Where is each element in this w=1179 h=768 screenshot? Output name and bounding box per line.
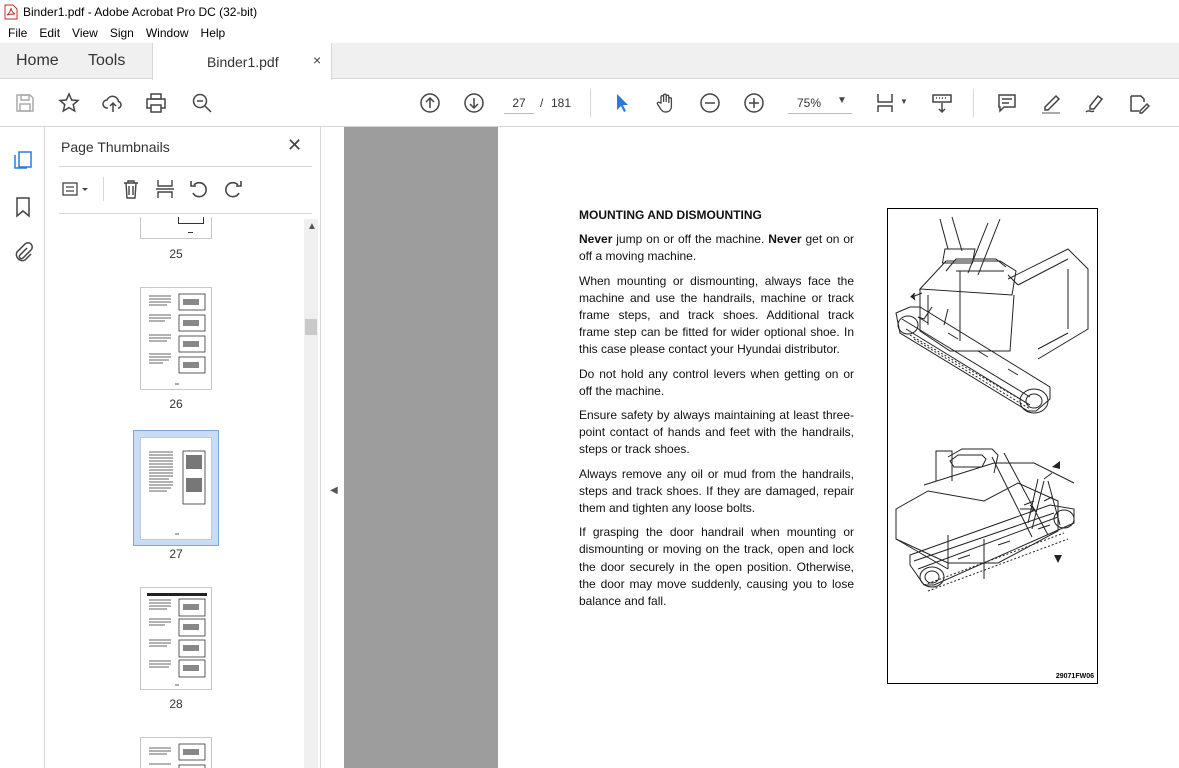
section-heading: MOUNTING AND DISMOUNTING [579,208,762,222]
upload-icon[interactable] [101,91,125,115]
page-fit-icon[interactable] [874,91,898,115]
divider [59,213,312,214]
zoom-select[interactable]: 75% ▼ [788,92,852,114]
panel-splitter[interactable]: ◀ [320,127,344,768]
menu-bar: File Edit View Sign Window Help [0,23,1179,43]
menu-sign[interactable]: Sign [104,26,140,40]
toolbar: / 181 75% ▼ ▼ [0,80,1179,127]
highlight-icon[interactable] [1039,91,1063,115]
paragraph: Ensure safety by always maintaining at l… [579,408,854,457]
page-thumbnail-current[interactable] [140,437,212,540]
page-total: 181 [551,96,572,110]
delete-page-icon[interactable] [119,177,143,201]
thumbnail-label: 26 [169,397,183,411]
save-icon[interactable] [13,91,37,115]
tab-tools[interactable]: Tools [88,43,125,79]
tab-close-button[interactable]: × [313,52,321,68]
print-icon[interactable] [144,91,168,115]
page-thumbnail[interactable] [140,737,212,768]
extract-page-icon[interactable] [153,177,177,201]
menu-window[interactable]: Window [140,26,195,40]
page-number-input[interactable] [504,92,534,114]
document-page: MOUNTING AND DISMOUNTING Never jump on o… [498,127,1179,768]
search-zoom-icon[interactable] [190,91,214,115]
navigation-rail [0,127,45,768]
excavator-illustration: 29071FW06 [887,208,1098,684]
hand-icon[interactable] [654,91,678,115]
toolbar-divider [590,89,591,117]
menu-help[interactable]: Help [195,26,232,40]
scrollbar-thumb[interactable] [305,319,317,335]
rotate-ccw-icon[interactable] [187,177,211,201]
menu-edit[interactable]: Edit [33,26,66,40]
paragraph: Do not hold any control levers when gett… [579,366,854,398]
chevron-up-icon[interactable]: ▲ [307,221,317,232]
window-title: Binder1.pdf - Adobe Acrobat Pro DC (32-b… [23,4,258,19]
thumbnail-label: 25 [169,247,183,261]
page-thumbnails-icon[interactable] [11,148,35,172]
zoom-in-icon[interactable] [742,91,766,115]
attachment-icon[interactable] [11,240,35,264]
excavator-drawing [895,216,1089,592]
page-thumbnail[interactable] [140,217,212,239]
thumbnail-label: 28 [169,697,183,711]
scroll-mode-icon[interactable] [930,91,954,115]
acrobat-pdf-icon [4,4,18,19]
page-up-icon[interactable] [418,91,442,115]
thumbnail-scrollbar[interactable]: ▲ [304,219,318,768]
page-thumbnail[interactable] [140,587,212,690]
tab-row: Home Tools Binder1.pdf × [0,43,1179,80]
edit-icon[interactable] [1127,91,1151,115]
close-icon[interactable]: ✕ [287,135,302,156]
page-thumbnail[interactable] [140,287,212,390]
toolbar-divider [973,89,974,117]
paragraph: Never jump on or off the machine. Never … [579,232,854,264]
rotate-cw-icon[interactable] [221,177,245,201]
figure-code: 29071FW06 [1055,673,1094,680]
thumbnail-options-icon[interactable] [59,177,93,201]
divider [59,166,312,167]
chevron-down-icon: ▼ [837,95,847,106]
thumbnail-list: 25 26 27 28 [45,217,305,768]
menu-file[interactable]: File [2,26,33,40]
document-body: MOUNTING AND DISMOUNTING Never jump on o… [579,207,854,617]
zoom-value: 75% [797,96,822,110]
workspace-background [344,127,498,768]
thumbnail-label: 27 [169,547,183,561]
collapse-panel-icon[interactable]: ◀ [330,485,338,496]
bookmark-star-icon[interactable] [57,91,81,115]
page-thumbnails-panel: Page Thumbnails ✕ 25 26 27 28 ▲ [45,127,320,768]
panel-title: Page Thumbnails [61,139,170,155]
title-bar: Binder1.pdf - Adobe Acrobat Pro DC (32-b… [0,0,1179,23]
bookmark-icon[interactable] [11,195,35,219]
paragraph: When mounting or dismounting, always fac… [579,273,854,357]
tab-document[interactable]: Binder1.pdf × [152,43,332,80]
sign-icon[interactable] [1083,91,1107,115]
page-separator: / [540,96,544,110]
paragraph: Always remove any oil or mud from the ha… [579,466,854,516]
menu-view[interactable]: View [66,26,104,40]
select-cursor-icon[interactable] [610,91,634,115]
comment-icon[interactable] [995,91,1019,115]
panel-divider [103,177,104,201]
page-down-icon[interactable] [462,91,486,115]
chevron-down-icon[interactable]: ▼ [900,97,908,106]
zoom-out-icon[interactable] [698,91,722,115]
tab-document-label: Binder1.pdf [207,54,279,70]
tab-home[interactable]: Home [16,43,59,79]
paragraph: If grasping the door handrail when mount… [579,525,854,609]
